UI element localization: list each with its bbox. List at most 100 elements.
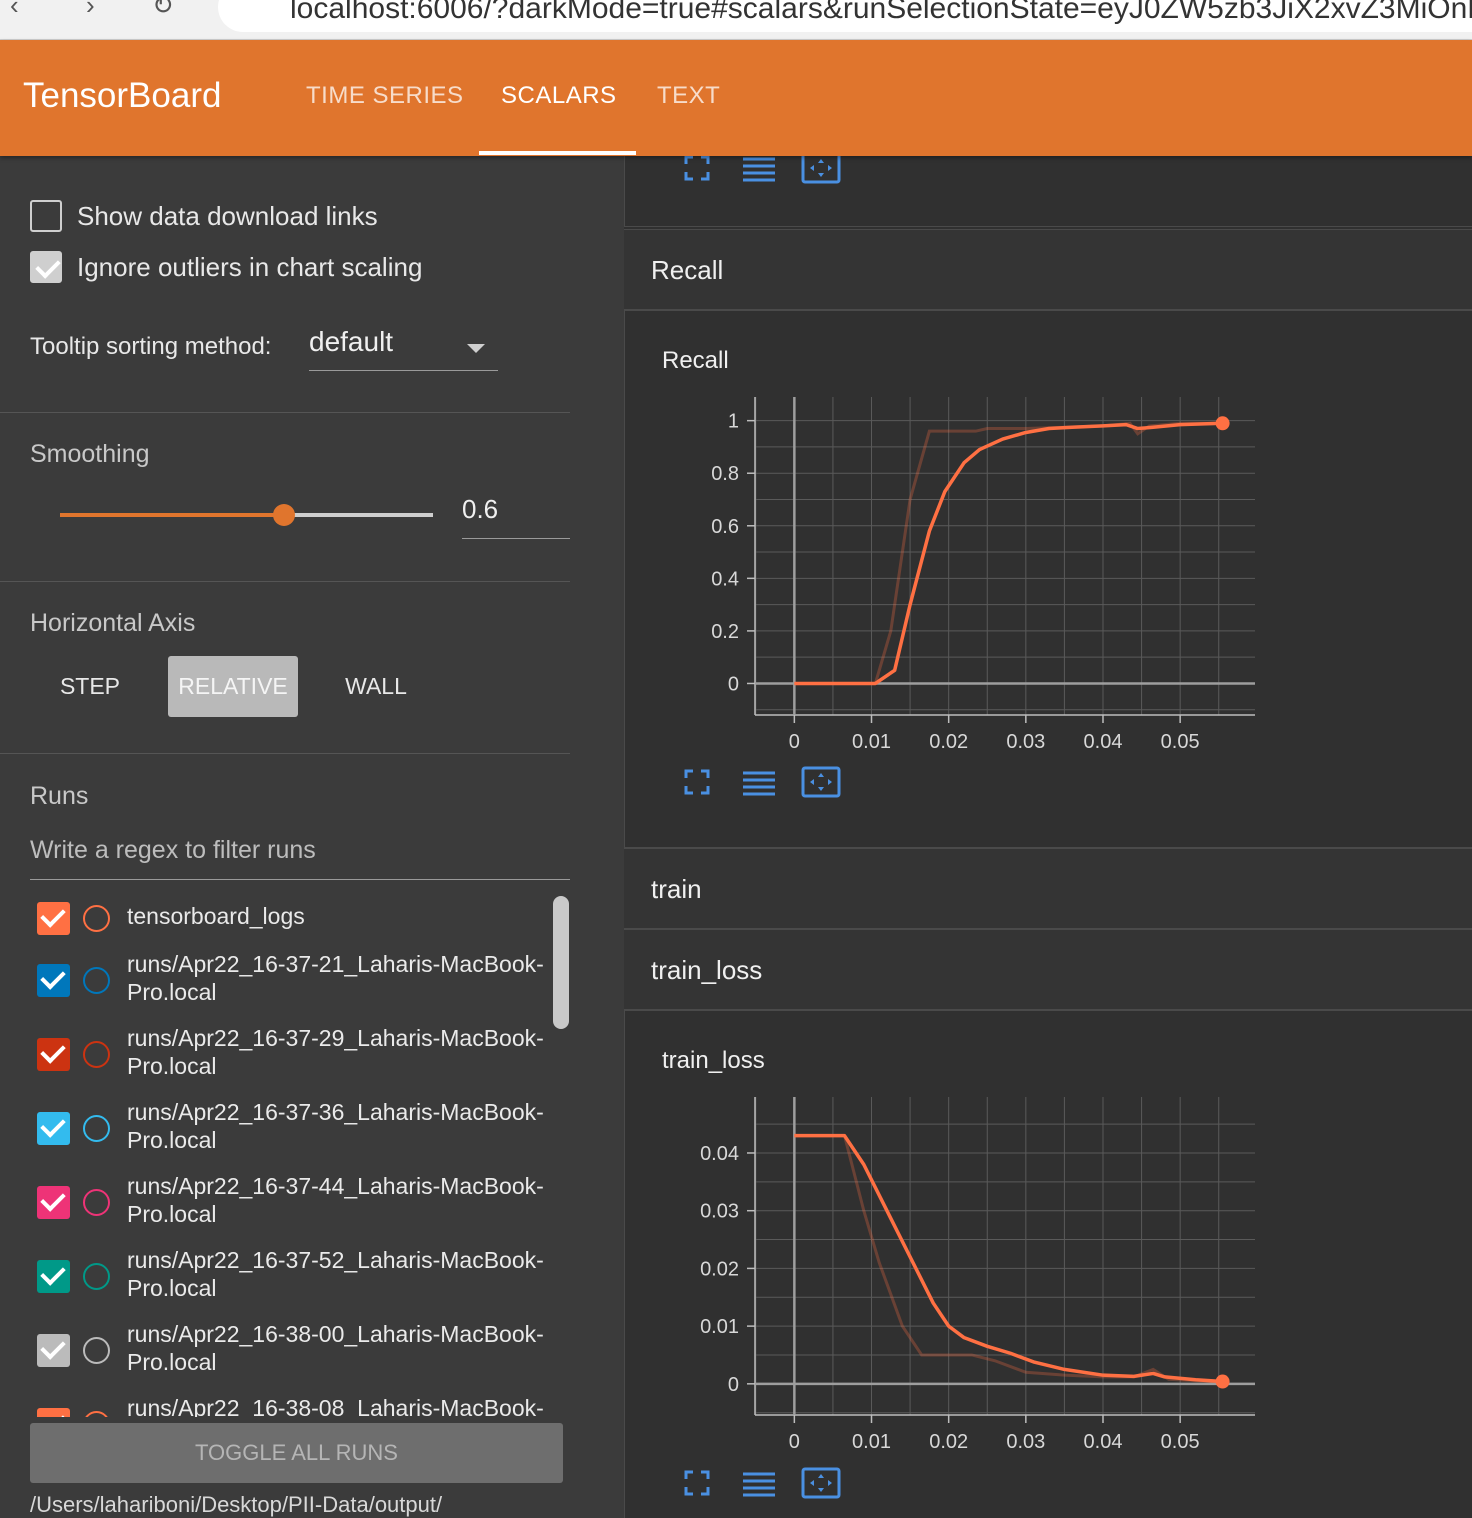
show-download-links-checkbox[interactable] bbox=[30, 200, 62, 232]
x-tick-label: 0.03 bbox=[1006, 1431, 1045, 1449]
y-tick-label: 0.6 bbox=[711, 516, 739, 538]
run-color-swatch-icon[interactable] bbox=[83, 1041, 110, 1068]
show-download-links-option[interactable]: Show data download links bbox=[30, 199, 378, 233]
x-tick-label: 0.01 bbox=[852, 731, 891, 749]
x-tick-label: 0.01 bbox=[852, 1431, 891, 1449]
category-title: train_loss bbox=[651, 955, 763, 985]
run-checkbox[interactable] bbox=[37, 964, 70, 997]
x-tick-label: 0.05 bbox=[1161, 731, 1200, 749]
smoothed-series-line bbox=[794, 1133, 1223, 1384]
show-download-links-label: Show data download links bbox=[77, 200, 378, 231]
last-point-marker bbox=[1215, 416, 1230, 431]
tooltip-sorting-select[interactable]: default bbox=[309, 326, 498, 371]
y-tick-label: 0.4 bbox=[711, 568, 739, 590]
chart-title: Recall bbox=[662, 347, 729, 374]
run-color-swatch-icon[interactable] bbox=[83, 905, 110, 932]
ignore-outliers-option[interactable]: Ignore outliers in chart scaling bbox=[30, 250, 422, 284]
y-tick-label: 0.2 bbox=[711, 621, 739, 643]
category-header-recall[interactable]: Recall bbox=[624, 229, 1472, 310]
smoothed-series-line bbox=[794, 421, 1223, 686]
run-checkbox[interactable] bbox=[37, 902, 70, 935]
x-tick-label: 0.02 bbox=[929, 1431, 968, 1449]
train-loss-chart[interactable]: 0 0.01 0.02 0.03 0.04 0 0.01 0.02 0.03 0.04 0.05 bbox=[685, 1089, 1285, 1449]
smoothing-value-input[interactable]: 0.6 bbox=[462, 494, 570, 539]
run-filter-input[interactable]: Write a regex to filter runs bbox=[30, 836, 570, 880]
reload-icon[interactable]: ↻ bbox=[152, 0, 174, 21]
smoothing-slider-thumb[interactable] bbox=[272, 504, 295, 526]
browser-address-bar: ‹ › ↻ localhost:6006/?darkMode=true#scal… bbox=[0, 0, 1472, 40]
y-tick-label: 0 bbox=[728, 1374, 739, 1396]
chart-controls bbox=[677, 156, 841, 184]
back-icon[interactable]: ‹ bbox=[10, 0, 19, 21]
ignore-outliers-label: Ignore outliers in chart scaling bbox=[77, 251, 423, 282]
chart-controls bbox=[677, 1467, 841, 1499]
run-color-swatch-icon[interactable] bbox=[83, 967, 110, 994]
category-title: Recall bbox=[651, 255, 724, 285]
fullscreen-icon[interactable] bbox=[677, 156, 717, 184]
category-header-train-loss[interactable]: train_loss bbox=[624, 929, 1472, 1010]
fullscreen-icon[interactable] bbox=[677, 766, 717, 798]
app-header: TensorBoard TIME SERIES SCALARS TEXT bbox=[0, 40, 1472, 156]
fit-domain-icon[interactable] bbox=[801, 156, 841, 184]
data-series-icon[interactable] bbox=[739, 156, 779, 184]
run-color-swatch-icon[interactable] bbox=[83, 1337, 110, 1364]
run-checkbox[interactable] bbox=[37, 1408, 70, 1417]
y-tick-label: 1 bbox=[728, 411, 739, 433]
y-tick-label: 0.01 bbox=[700, 1316, 739, 1338]
tooltip-sorting-value: default bbox=[309, 326, 394, 357]
axis-step-button[interactable]: STEP bbox=[40, 656, 140, 717]
active-tab-indicator bbox=[479, 151, 636, 155]
recall-chart[interactable]: 0 0.2 0.4 0.6 0.8 1 0 0.01 0.02 0.03 0.04 0.05 bbox=[685, 389, 1285, 749]
run-name: runs/Apr22_16-37-44_Laharis-MacBook-Pro.… bbox=[127, 1173, 544, 1227]
runs-scrollbar-thumb[interactable] bbox=[553, 896, 569, 1029]
x-tick-label: 0 bbox=[789, 731, 800, 749]
last-point-marker bbox=[1215, 1374, 1230, 1389]
run-checkbox[interactable] bbox=[37, 1334, 70, 1367]
x-tick-label: 0.02 bbox=[929, 731, 968, 749]
chart-card-partial bbox=[624, 156, 1472, 227]
run-name: runs/Apr22_16-38-08_Laharis-MacBook-Pro.… bbox=[127, 1395, 544, 1417]
run-checkbox[interactable] bbox=[37, 1112, 70, 1145]
axis-wall-button[interactable]: WALL bbox=[326, 656, 426, 717]
tab-text[interactable]: TEXT bbox=[657, 82, 720, 110]
divider bbox=[0, 412, 570, 413]
data-series-icon[interactable] bbox=[739, 766, 779, 798]
run-name: runs/Apr22_16-37-52_Laharis-MacBook-Pro.… bbox=[127, 1247, 544, 1301]
run-color-swatch-icon[interactable] bbox=[83, 1263, 110, 1290]
run-color-swatch-icon[interactable] bbox=[83, 1115, 110, 1142]
run-color-swatch-icon[interactable] bbox=[83, 1189, 110, 1216]
chart-card-recall: Recall 0 0.2 0.4 0.6 0.8 1 0 0.01 0.02 0.03 0.04 0.… bbox=[624, 310, 1472, 848]
run-name: runs/Apr22_16-37-29_Laharis-MacBook-Pro.… bbox=[127, 1025, 544, 1079]
toggle-all-runs-button[interactable]: TOGGLE ALL RUNS bbox=[30, 1423, 563, 1483]
forward-icon[interactable]: › bbox=[86, 0, 95, 21]
fit-domain-icon[interactable] bbox=[801, 766, 841, 798]
tab-time-series[interactable]: TIME SERIES bbox=[306, 82, 464, 110]
smoothing-slider[interactable] bbox=[60, 504, 433, 526]
run-checkbox[interactable] bbox=[37, 1186, 70, 1219]
run-name: tensorboard_logs bbox=[127, 903, 305, 929]
y-tick-label: 0 bbox=[728, 673, 739, 695]
scalars-main-panel: Recall Recall 0 0.2 0.4 0.6 0.8 1 0 0.01 0.02 0.0… bbox=[624, 156, 1472, 1518]
run-color-swatch-icon[interactable] bbox=[83, 1411, 110, 1417]
run-checkbox[interactable] bbox=[37, 1038, 70, 1071]
y-tick-label: 0.03 bbox=[700, 1201, 739, 1223]
y-tick-label: 0.04 bbox=[700, 1143, 739, 1165]
smoothing-slider-fill bbox=[60, 513, 284, 517]
axis-relative-button[interactable]: RELATIVE bbox=[168, 656, 298, 717]
ignore-outliers-checkbox[interactable] bbox=[30, 251, 62, 283]
x-tick-label: 0 bbox=[789, 1431, 800, 1449]
run-checkbox[interactable] bbox=[37, 1260, 70, 1293]
y-tick-label: 0.8 bbox=[711, 463, 739, 485]
category-header-train[interactable]: train bbox=[624, 848, 1472, 929]
x-tick-label: 0.04 bbox=[1084, 731, 1123, 749]
fit-domain-icon[interactable] bbox=[801, 1467, 841, 1499]
fullscreen-icon[interactable] bbox=[677, 1467, 717, 1499]
run-name: runs/Apr22_16-37-21_Laharis-MacBook-Pro.… bbox=[127, 951, 544, 1005]
brand-title: TensorBoard bbox=[23, 76, 222, 115]
url-text[interactable]: localhost:6006/?darkMode=true#scalars&ru… bbox=[290, 0, 1472, 26]
data-series-icon[interactable] bbox=[739, 1467, 779, 1499]
category-title: train bbox=[651, 874, 702, 904]
tab-scalars[interactable]: SCALARS bbox=[501, 82, 617, 110]
smoothing-label: Smoothing bbox=[30, 440, 150, 468]
chart-controls bbox=[677, 766, 841, 798]
